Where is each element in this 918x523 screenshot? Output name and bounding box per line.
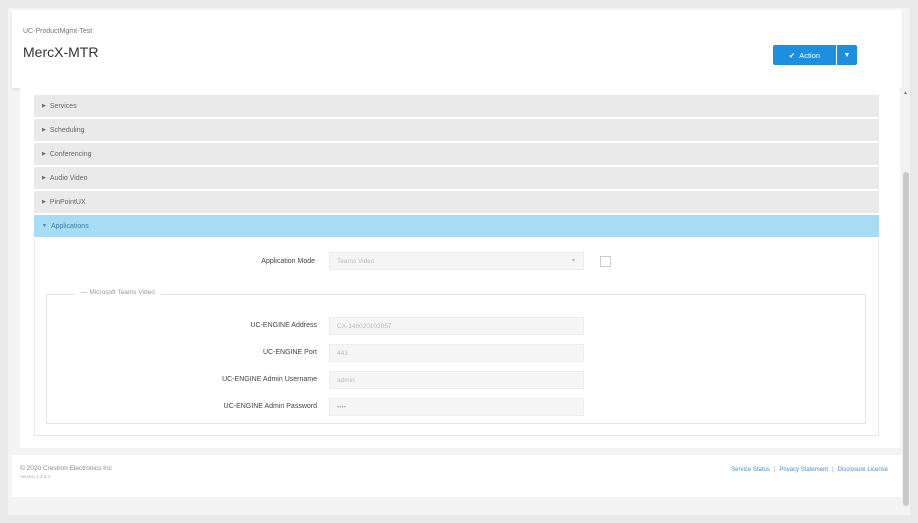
page-footer: © 2020 Crestron Electronics Inc Version … bbox=[12, 455, 902, 497]
accordion-item-label: Applications bbox=[50, 222, 89, 230]
accordion-item-conferencing[interactable]: ▶ Conferencing bbox=[34, 143, 879, 165]
accordion-item-label: Scheduling bbox=[49, 126, 85, 134]
scroll-up-icon[interactable]: ▲ bbox=[903, 90, 908, 96]
caret-right-icon: ▶ bbox=[42, 103, 46, 109]
uc-engine-username-label: UC-ENGINE Admin Username bbox=[222, 376, 317, 383]
copyright-text: © 2020 Crestron Electronics Inc bbox=[20, 465, 112, 472]
settings-accordion: ▶ Services ▶ Scheduling ▶ Conferencing ▶… bbox=[34, 95, 879, 239]
caret-right-icon: ▶ bbox=[42, 151, 46, 157]
application-mode-value: Teams Video bbox=[337, 257, 375, 265]
link-separator: | bbox=[832, 467, 834, 473]
action-button[interactable]: ✔ Action bbox=[773, 45, 836, 65]
uc-engine-password-input[interactable]: •••• bbox=[329, 398, 584, 416]
uc-engine-address-label: UC-ENGINE Address bbox=[250, 322, 317, 329]
accordion-item-label: PinPointUX bbox=[49, 198, 86, 206]
version-text: Version 1.2.3.4 bbox=[20, 474, 51, 479]
main-content: ▶ Services ▶ Scheduling ▶ Conferencing ▶… bbox=[20, 88, 900, 448]
link-separator: | bbox=[773, 467, 776, 473]
uc-engine-port-label: UC-ENGINE Port bbox=[262, 349, 317, 356]
accordion-item-label: Audio Video bbox=[49, 174, 88, 182]
caret-down-icon: ▼ bbox=[843, 51, 851, 59]
caret-right-icon: ▶ bbox=[42, 175, 46, 181]
accordion-item-services[interactable]: ▶ Services bbox=[34, 95, 879, 117]
application-mode-checkbox[interactable] bbox=[600, 256, 611, 267]
page-title: MercX-MTR bbox=[23, 44, 99, 60]
microsoft-teams-video-group: — Microsoft Teams Video UC-ENGINE Addres… bbox=[46, 289, 866, 424]
accordion-item-pinpointux[interactable]: ▶ PinPointUX bbox=[34, 191, 879, 213]
uc-engine-address-input[interactable]: CX-146020103057 bbox=[329, 317, 584, 335]
application-mode-label: Application Mode bbox=[261, 258, 315, 265]
scrollbar-thumb[interactable] bbox=[903, 172, 909, 506]
disclosure-license-link[interactable]: Disclosure License bbox=[838, 467, 888, 473]
accordion-item-applications[interactable]: ▼ Applications bbox=[34, 215, 879, 237]
privacy-statement-link[interactable]: Privacy Statement bbox=[779, 467, 828, 473]
uc-engine-username-input[interactable]: admin bbox=[329, 371, 584, 389]
breadcrumb[interactable]: UC-ProductMgmt-Test bbox=[23, 28, 92, 35]
accordion-item-audio-video[interactable]: ▶ Audio Video bbox=[34, 167, 879, 189]
caret-down-icon: ▼ bbox=[42, 223, 47, 229]
group-legend[interactable]: — Microsoft Teams Video bbox=[75, 289, 161, 296]
application-mode-select[interactable]: Teams Video ▾ bbox=[329, 252, 584, 270]
chevron-down-icon: ▾ bbox=[571, 258, 575, 264]
action-button-group: ✔ Action ▼ bbox=[773, 45, 857, 65]
vertical-scrollbar[interactable]: ▲ bbox=[902, 88, 910, 508]
check-icon: ✔ bbox=[788, 50, 796, 60]
page-header: UC-ProductMgmt-Test MercX-MTR ✔ Action ▼ bbox=[12, 10, 902, 88]
uc-engine-port-input[interactable]: 443 bbox=[329, 344, 584, 362]
group-title: Microsoft Teams Video bbox=[89, 289, 155, 296]
applications-panel: Application Mode Teams Video ▾ — Microso… bbox=[34, 239, 879, 436]
accordion-item-label: Services bbox=[49, 102, 77, 110]
action-button-label: Action bbox=[799, 50, 821, 60]
uc-engine-password-label: UC-ENGINE Admin Password bbox=[223, 403, 317, 410]
caret-right-icon: ▶ bbox=[42, 127, 46, 133]
action-dropdown-toggle[interactable]: ▼ bbox=[837, 45, 857, 65]
service-status-link[interactable]: Service Status bbox=[731, 467, 770, 473]
accordion-item-label: Conferencing bbox=[49, 150, 92, 158]
footer-links: Service Status | Privacy Statement | Dis… bbox=[731, 467, 888, 473]
accordion-item-scheduling[interactable]: ▶ Scheduling bbox=[34, 119, 879, 141]
caret-right-icon: ▶ bbox=[42, 199, 46, 205]
